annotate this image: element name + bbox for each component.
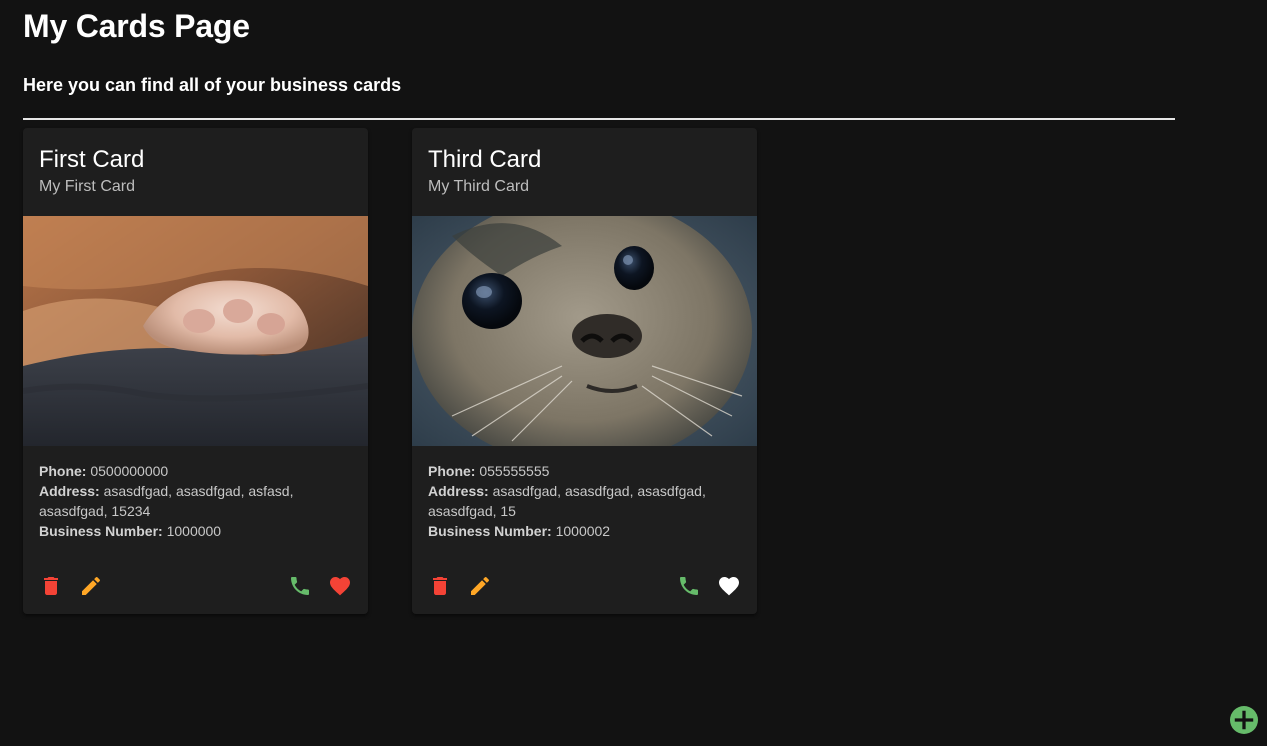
card-details: Phone: 055555555 Address: asasdfgad, asa… <box>428 461 748 541</box>
trash-icon <box>44 577 58 595</box>
divider <box>23 118 1175 120</box>
business-number-line: Business Number: 1000000 <box>39 523 222 539</box>
phone-line: Phone: 055555555 <box>428 463 550 479</box>
delete-button[interactable] <box>426 572 454 600</box>
trash-icon <box>433 577 447 595</box>
card-details: Phone: 0500000000 Address: asasdfgad, as… <box>39 461 359 541</box>
favorite-button[interactable] <box>715 572 743 600</box>
card-subtitle: My First Card <box>39 178 135 195</box>
phone-icon <box>680 577 698 595</box>
heart-icon <box>330 577 350 596</box>
business-card[interactable]: Third Card My Third Card Phone: 05555555… <box>412 128 757 614</box>
page-title: My Cards Page <box>23 8 250 44</box>
card-image-seal <box>412 216 757 446</box>
card-actions <box>23 572 368 600</box>
add-card-button[interactable] <box>1230 706 1258 734</box>
pencil-icon <box>471 576 490 595</box>
card-actions <box>412 572 757 600</box>
business-card[interactable]: First Card My First Card Phone: 05000000… <box>23 128 368 614</box>
favorite-button[interactable] <box>326 572 354 600</box>
card-title: Third Card <box>428 146 542 173</box>
business-number-line: Business Number: 1000002 <box>428 523 611 539</box>
phone-value: 055555555 <box>479 463 550 479</box>
address-line: Address: asasdfgad, asasdfgad, asasdfgad… <box>428 483 706 499</box>
phone-icon <box>291 577 309 595</box>
page: My Cards Page Here you can find all of y… <box>0 0 1267 746</box>
delete-button[interactable] <box>37 572 65 600</box>
address-line-2: asasdfgad, 15234 <box>39 503 151 519</box>
pencil-icon <box>82 576 101 595</box>
card-subtitle: My Third Card <box>428 178 530 195</box>
heart-icon <box>719 577 739 596</box>
call-button[interactable] <box>286 572 314 600</box>
call-button[interactable] <box>675 572 703 600</box>
business-number-value: 1000002 <box>555 523 611 539</box>
card-image-cat-paw <box>23 216 368 446</box>
page-subtitle: Here you can find all of your business c… <box>23 75 402 95</box>
phone-line: Phone: 0500000000 <box>39 463 169 479</box>
edit-button[interactable] <box>77 572 105 600</box>
address-value: asasdfgad, asasdfgad, asasdfgad, <box>492 483 706 499</box>
address-line-2: asasdfgad, 15 <box>428 503 516 519</box>
phone-value: 0500000000 <box>90 463 169 479</box>
address-value: asasdfgad, asasdfgad, asfasd, <box>103 483 294 499</box>
business-number-value: 1000000 <box>166 523 222 539</box>
edit-button[interactable] <box>466 572 494 600</box>
card-title: First Card <box>39 146 145 173</box>
address-line: Address: asasdfgad, asasdfgad, asfasd, <box>39 483 294 499</box>
plus-circle-icon <box>1230 706 1258 734</box>
